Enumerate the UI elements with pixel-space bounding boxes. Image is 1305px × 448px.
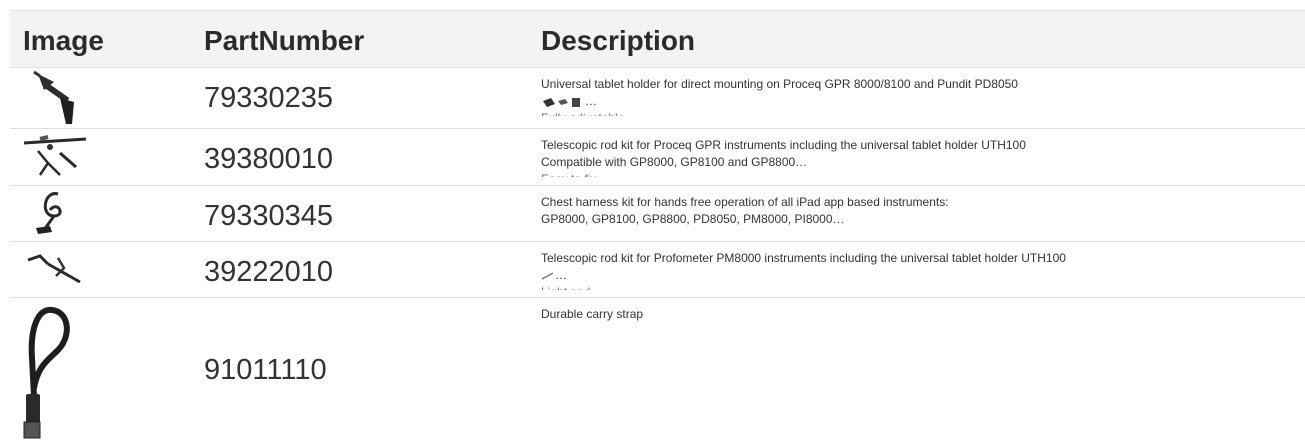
table-row: 79330345 Chest harness kit for hands fre…	[10, 186, 1305, 242]
tablet-holder-icon	[33, 70, 74, 124]
part-number: 39222010	[204, 256, 334, 288]
description-clipped: Fully adjustable …	[541, 110, 1281, 116]
description-line: Compatible with GP8000, GP8100 and GP880…	[541, 155, 808, 169]
description-line: …	[541, 267, 1281, 284]
description-line: Telescopic rod kit for Proceq GPR instru…	[541, 138, 1026, 152]
part-number: 91011110	[204, 354, 327, 386]
description-ellipsis: …	[555, 268, 567, 282]
description: Telescopic rod kit for Profometer PM8000…	[541, 250, 1281, 290]
description-line: Chest harness kit for hands free operati…	[541, 195, 949, 209]
table-row: 39222010 Telescopic rod kit for Profomet…	[10, 242, 1305, 298]
header-description: Description	[541, 25, 696, 56]
table-row: 79330235 Universal tablet holder for dir…	[10, 68, 1305, 129]
product-image	[10, 186, 190, 241]
table-row: 39380010 Telescopic rod kit for Proceq G…	[10, 129, 1305, 186]
description-ellipsis: …	[585, 94, 597, 108]
description: Telescopic rod kit for Proceq GPR instru…	[541, 137, 1281, 177]
product-image	[10, 68, 190, 128]
header-image: Image	[23, 25, 104, 56]
table-row: 91011110 Durable carry strap	[10, 298, 1305, 448]
part-number: 79330235	[204, 82, 334, 114]
description-clipped: Easy to fix …	[541, 171, 1281, 177]
telescopic-rod-profometer-icon	[27, 254, 81, 284]
description-line: …	[541, 93, 1281, 110]
product-thumbnails-icon	[543, 97, 580, 107]
description-clipped: Light and …	[541, 284, 1281, 290]
part-number: 39380010	[204, 143, 334, 175]
chest-harness-icon	[36, 192, 62, 234]
part-number: 79330345	[204, 200, 334, 232]
accessories-table: Image PartNumber Description 79330235 Un…	[10, 10, 1305, 448]
table-header: Image PartNumber Description	[10, 10, 1305, 68]
header-part-number: PartNumber	[204, 25, 365, 56]
product-image	[10, 242, 190, 297]
description-line: Durable carry strap	[541, 307, 644, 321]
telescopic-rod-kit-icon	[23, 135, 87, 176]
product-thumbnail-icon	[541, 272, 554, 280]
description-line: GP8000, GP8100, GP8800, PD8050, PM8000, …	[541, 212, 845, 226]
description-line: Universal tablet holder for direct mount…	[541, 77, 1018, 91]
description-line: Telescopic rod kit for Profometer PM8000…	[541, 251, 1066, 265]
description: Chest harness kit for hands free operati…	[541, 194, 1281, 228]
description: Universal tablet holder for direct mount…	[541, 76, 1281, 116]
product-image	[10, 298, 190, 448]
carry-strap-icon	[23, 306, 70, 439]
product-image	[10, 129, 190, 185]
description: Durable carry strap	[541, 306, 1281, 323]
